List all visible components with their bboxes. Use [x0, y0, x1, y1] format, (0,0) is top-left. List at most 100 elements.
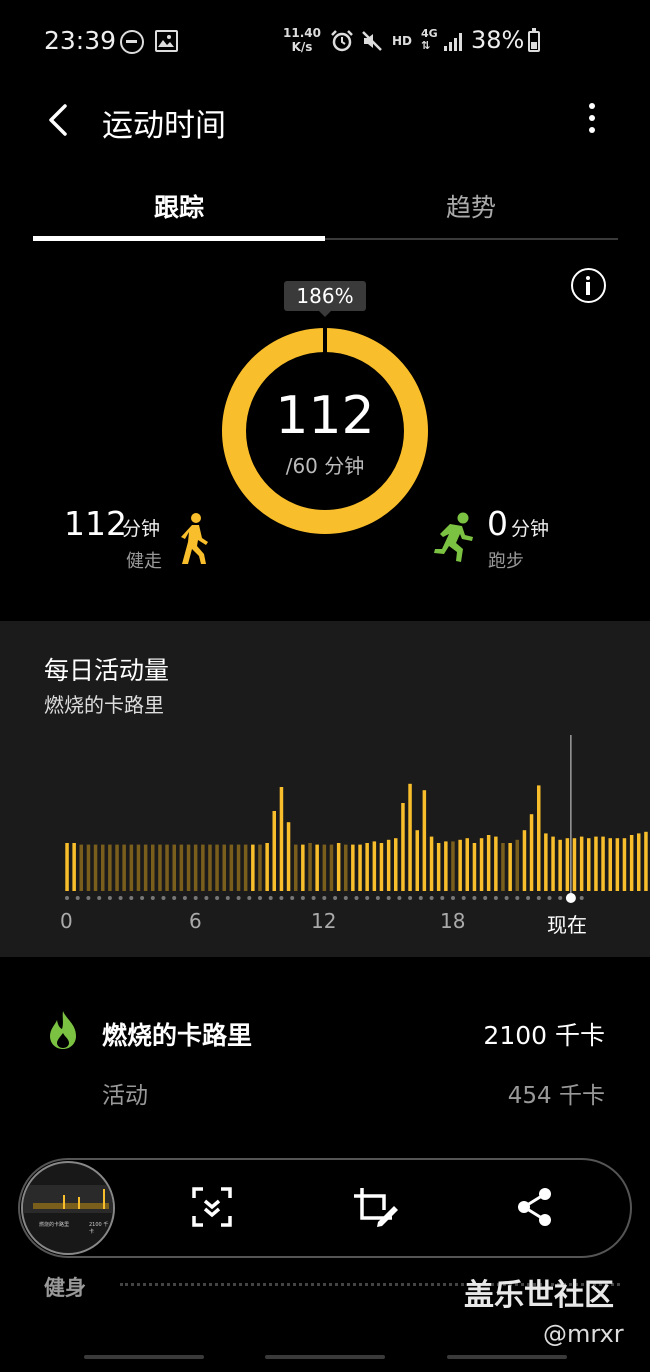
- axis-dot: [97, 896, 102, 900]
- axis-dot: [504, 896, 509, 900]
- crop-edit-icon: [354, 1188, 398, 1227]
- calorie-bar: [65, 843, 69, 891]
- calorie-bar: [365, 843, 369, 891]
- calorie-bar: [151, 844, 155, 891]
- calorie-bar: [86, 844, 91, 891]
- axis-dot: [493, 896, 498, 900]
- axis-dot: [365, 896, 370, 900]
- more-dot-icon: [589, 115, 595, 121]
- calorie-bar: [301, 844, 305, 891]
- calories-value: 2100 千卡: [483, 1021, 605, 1050]
- share-button[interactable]: [514, 1186, 556, 1228]
- axis-dot: [225, 896, 230, 900]
- calorie-bar: [451, 841, 455, 891]
- axis-dot: [418, 896, 423, 900]
- mute-icon: [362, 31, 382, 51]
- calorie-bar: [143, 844, 148, 891]
- status-bar: 23:39 11.40 K/s HD 4G ⇅ 38%: [0, 0, 650, 84]
- calorie-bar: [622, 838, 627, 891]
- thumbnail-preview-icon: [23, 1185, 113, 1213]
- axis-dot: [526, 896, 531, 900]
- tab-tracking[interactable]: 跟踪: [33, 188, 325, 224]
- calorie-bar: [408, 783, 412, 891]
- calorie-bar: [286, 822, 291, 891]
- axis-dot: [343, 896, 348, 900]
- calorie-bar: [215, 844, 219, 891]
- more-dot-icon: [589, 127, 595, 133]
- running-label: 跑步: [488, 551, 524, 572]
- x-tick-label: 0: [60, 909, 73, 933]
- chevron-left-icon: [49, 104, 67, 136]
- axis-dot: [386, 896, 391, 900]
- calorie-bar: [579, 836, 584, 891]
- screenshot-thumbnail[interactable]: 燃烧的卡路里 2100 千卡: [21, 1161, 115, 1255]
- nav-handle: [84, 1355, 204, 1359]
- running-unit: 分钟: [511, 518, 550, 540]
- scroll-capture-icon: [192, 1187, 232, 1227]
- nav-handle: [447, 1355, 567, 1359]
- calorie-bar: [315, 844, 319, 891]
- calorie-bar: [615, 838, 620, 891]
- daily-activity-card[interactable]: 每日活动量 燃烧的卡路里 0 6 12 18 现在: [0, 621, 650, 957]
- calorie-bar: [544, 833, 548, 891]
- calorie-bar: [501, 843, 505, 891]
- more-options-button[interactable]: [580, 100, 604, 136]
- calorie-bar: [93, 844, 98, 891]
- active-calories-label: 活动: [102, 1083, 148, 1109]
- calorie-bar: [594, 836, 598, 891]
- calorie-bar: [587, 838, 591, 891]
- calorie-bar: [322, 844, 327, 891]
- axis-dot: [279, 896, 284, 900]
- status-time: 23:39: [44, 26, 117, 55]
- axis-dot: [215, 896, 220, 900]
- axis-dot: [333, 896, 338, 900]
- calorie-bar: [122, 844, 126, 891]
- share-icon: [518, 1188, 551, 1226]
- calorie-bar: [229, 844, 234, 891]
- crop-edit-button[interactable]: [352, 1186, 398, 1228]
- page-title: 运动时间: [102, 108, 226, 144]
- goal-target: /60 分钟: [285, 454, 365, 478]
- back-button[interactable]: [40, 98, 80, 142]
- battery-icon: [528, 28, 540, 52]
- calorie-bar: [422, 790, 427, 891]
- axis-dot: [65, 896, 69, 900]
- calorie-bar: [136, 844, 141, 891]
- axis-dot: [150, 896, 155, 900]
- scroll-capture-button[interactable]: [191, 1186, 233, 1228]
- active-calories-value: 454 千卡: [507, 1083, 605, 1109]
- calorie-bar: [336, 843, 341, 891]
- tab-trends[interactable]: 趋势: [325, 188, 617, 224]
- calorie-bar: [251, 844, 255, 891]
- battery-percent: 38%: [471, 26, 525, 54]
- axis-dot: [268, 896, 273, 900]
- calorie-bar: [351, 844, 355, 891]
- axis-dot: [193, 896, 198, 900]
- calorie-bar: [444, 841, 448, 891]
- calorie-bar: [629, 835, 634, 891]
- calorie-bar: [558, 839, 562, 891]
- info-icon[interactable]: [571, 268, 606, 303]
- calorie-bar: [108, 844, 112, 891]
- calorie-bar: [72, 843, 76, 891]
- walking-unit: 分钟: [122, 518, 161, 540]
- axis-dot: [354, 896, 359, 900]
- calorie-bar: [551, 836, 555, 891]
- calorie-bar: [79, 844, 83, 891]
- axis-dot: [75, 896, 80, 900]
- x-tick-label: 12: [311, 909, 337, 933]
- axis-dot: [515, 896, 520, 900]
- calories-title: 燃烧的卡路里: [102, 1021, 253, 1050]
- calorie-bar: [601, 836, 605, 891]
- thumbnail-mini-title: 燃烧的卡路里: [39, 1222, 70, 1228]
- axis-dot: [483, 896, 488, 900]
- axis-dot: [182, 896, 187, 900]
- hd-indicator: HD: [392, 34, 413, 48]
- axis-dot: [172, 896, 177, 900]
- calorie-bar: [537, 785, 541, 891]
- calorie-bar: [644, 831, 648, 891]
- axis-dot: [451, 896, 455, 900]
- calorie-bar: [186, 844, 191, 891]
- calorie-bar: [508, 843, 512, 891]
- calorie-bar: [158, 844, 162, 891]
